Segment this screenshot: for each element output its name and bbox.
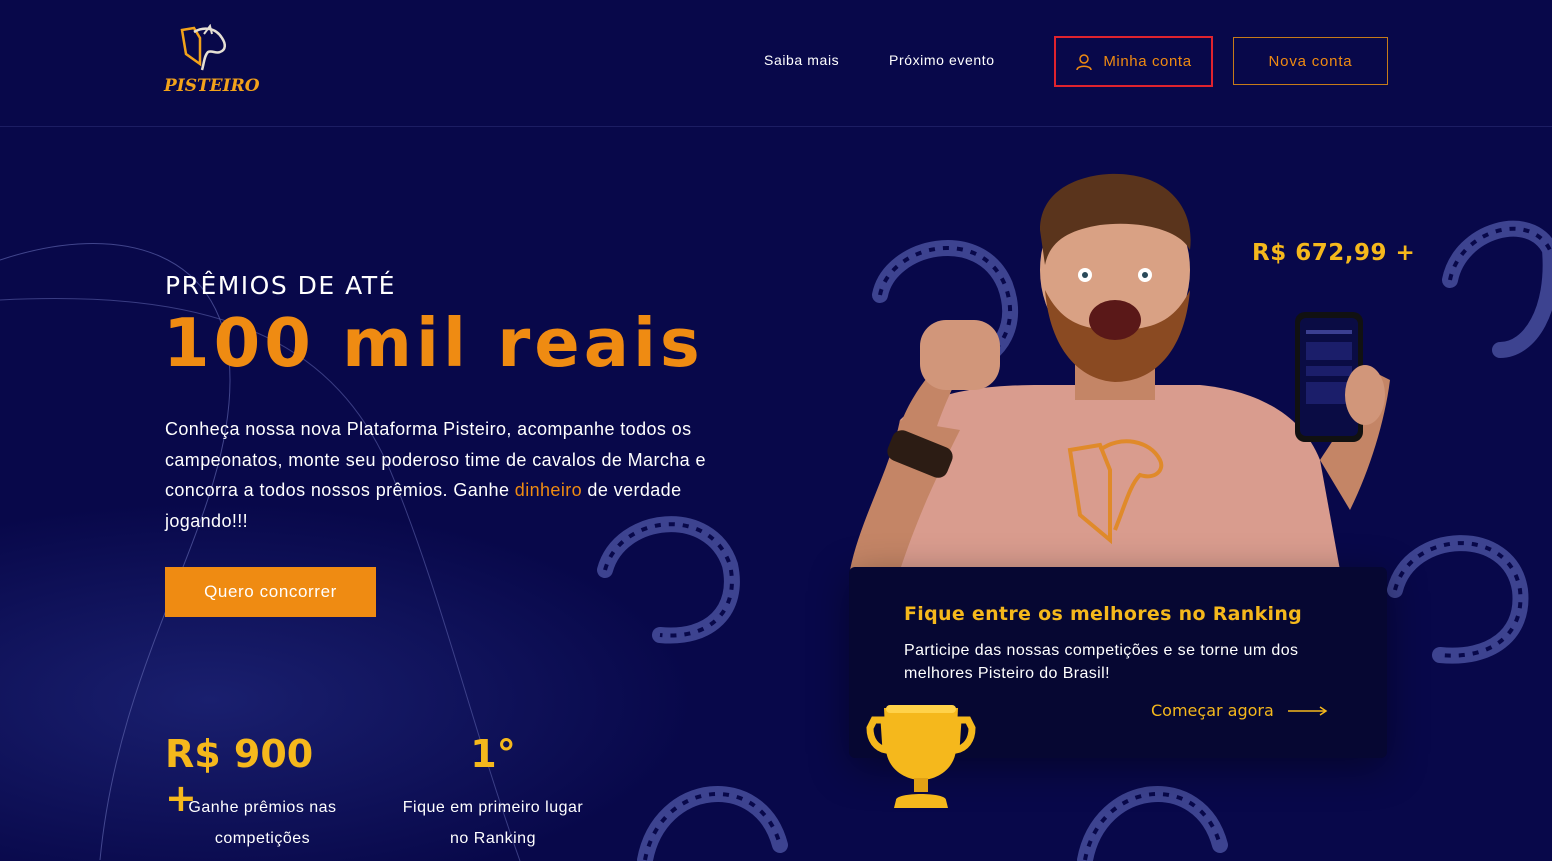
horseshoe-icon	[1442, 220, 1552, 358]
stat-rank-label-line2: no Ranking	[450, 830, 536, 847]
horseshoe-icon	[1387, 535, 1529, 664]
stat-rank-value: 1°	[470, 732, 516, 776]
stat-rank-label: Fique em primeiro lugar no Ranking	[388, 792, 598, 854]
trophy-icon	[866, 705, 976, 808]
cta-button[interactable]: Quero concorrer	[165, 567, 376, 617]
hero-text-highlight: dinheiro	[514, 480, 583, 500]
stat-prize-label-line1: Ganhe prêmios nas	[188, 799, 337, 816]
stat-prize-label: Ganhe prêmios nas competições	[165, 792, 360, 854]
stat-prize-label-line2: competições	[214, 830, 311, 847]
arrow-right-icon	[1287, 705, 1328, 716]
hero-description: Conheça nossa nova Plataforma Pisteiro, …	[165, 414, 765, 536]
new-account-button[interactable]: Nova conta	[1233, 37, 1388, 85]
horseshoe-icon	[637, 786, 788, 861]
hero-title: 100 mil reais	[163, 304, 704, 382]
horse-logo-icon	[180, 23, 226, 71]
my-account-label: Minha conta	[1103, 53, 1192, 70]
horseshoe-icon	[1077, 786, 1228, 861]
hero-subtitle: PRÊMIOS DE ATÉ	[165, 271, 396, 300]
ranking-card-text: Participe das nossas competições e se to…	[904, 642, 1299, 682]
logo-text: PISTEIRO	[164, 76, 260, 96]
user-icon	[1076, 53, 1093, 70]
ranking-card-title: Fique entre os melhores no Ranking	[904, 603, 1303, 625]
prize-badge: R$ 672,99 +	[1252, 240, 1416, 266]
nav-link-saiba-mais[interactable]: Saiba mais	[764, 52, 839, 68]
start-now-label: Começar agora	[1151, 701, 1274, 720]
my-account-button[interactable]: Minha conta	[1054, 36, 1213, 87]
nav-link-proximo-evento[interactable]: Próximo evento	[889, 52, 995, 68]
start-now-link[interactable]: Começar agora	[1151, 701, 1328, 720]
stat-rank-label-line1: Fique em primeiro lugar	[402, 799, 584, 816]
excited-man-image	[850, 173, 1390, 570]
logo[interactable]: PISTEIRO	[164, 23, 260, 100]
site-header: PISTEIRO Saiba mais Próximo evento Minha…	[0, 0, 1552, 127]
